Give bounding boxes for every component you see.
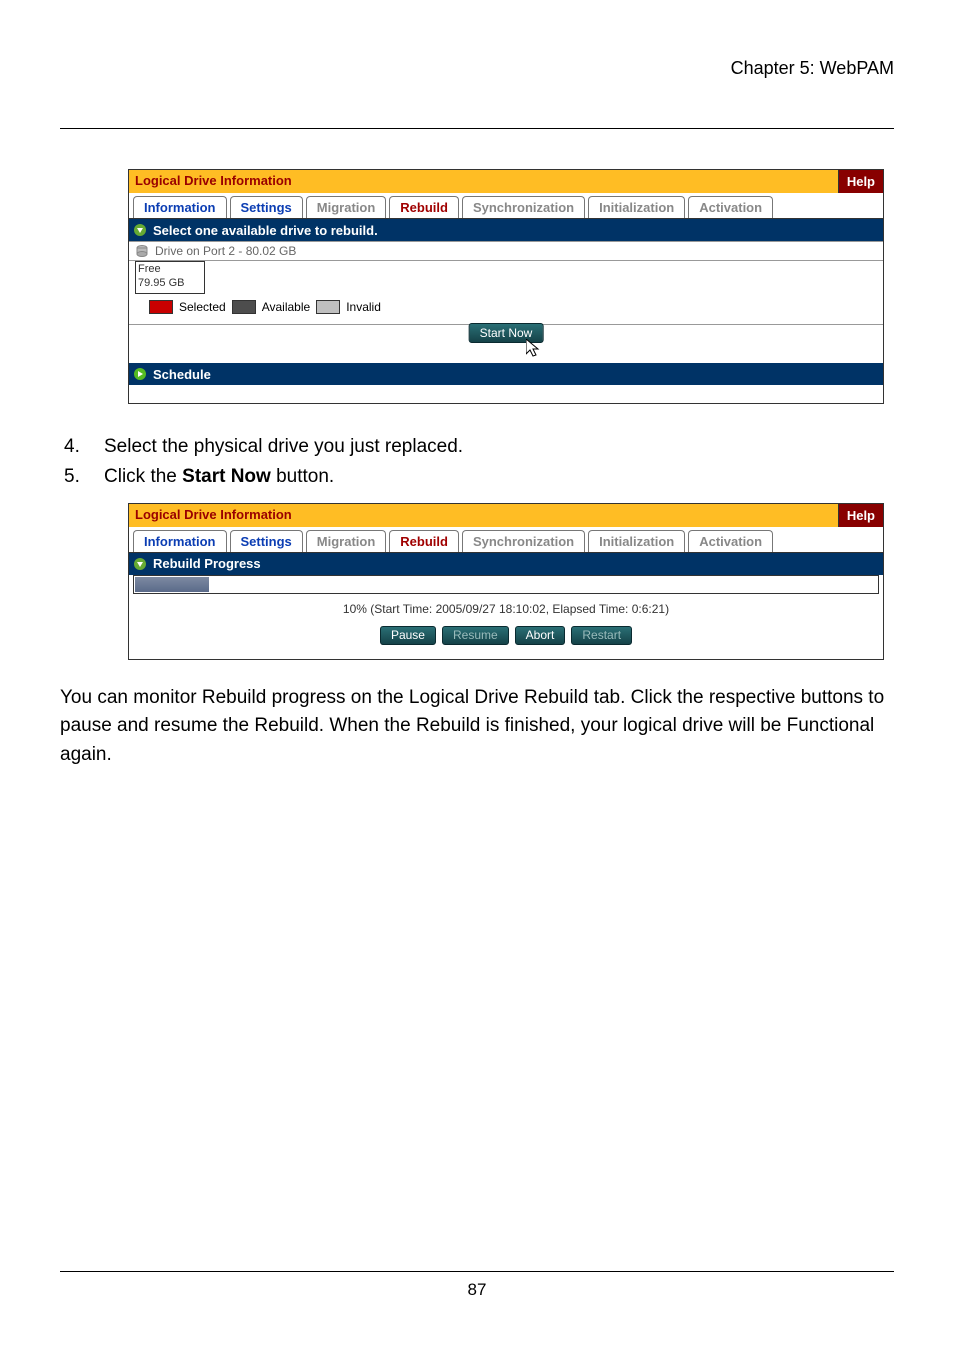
tab-initialization: Initialization [588,196,685,218]
arrow-right-icon [133,367,147,381]
legend-swatch-invalid [316,300,340,314]
control-button-row: Pause Resume Abort Restart [129,626,883,659]
step-5: 5. Click the Start Now button. [60,462,894,492]
tab-rebuild[interactable]: Rebuild [389,530,459,552]
logical-drive-panel-progress: Logical Drive Information Help Informati… [128,503,884,660]
footer-divider [60,1271,894,1272]
tab-synchronization: Synchronization [462,196,585,218]
step-list: 4. Select the physical drive you just re… [60,432,894,493]
drive-row: Drive on Port 2 - 80.02 GB [129,241,883,260]
legend: Selected Available Invalid [129,294,883,324]
panel-header: Logical Drive Information Help [129,504,883,527]
chevron-down-icon [133,223,147,237]
header-divider [60,128,894,129]
panel-title: Logical Drive Information [129,504,838,527]
page-footer: 87 [60,1271,894,1300]
tab-row: Information Settings Migration Rebuild S… [129,527,883,553]
step-text-bold: Start Now [182,466,271,487]
legend-label-invalid: Invalid [346,300,381,314]
resume-button[interactable]: Resume [442,626,509,645]
progress-bar-track [133,575,879,594]
tab-information[interactable]: Information [133,530,227,552]
cursor-icon [526,339,542,362]
disk-icon [135,244,149,258]
body-paragraph: You can monitor Rebuild progress on the … [60,684,894,770]
restart-button[interactable]: Restart [571,626,632,645]
page-number: 87 [468,1280,487,1299]
logical-drive-panel-rebuild: Logical Drive Information Help Informati… [128,169,884,404]
legend-label-selected: Selected [179,300,226,314]
step-text: Select the physical drive you just repla… [104,436,463,457]
help-button[interactable]: Help [838,504,883,527]
tab-settings[interactable]: Settings [230,530,303,552]
abort-button[interactable]: Abort [515,626,566,645]
step-text-suffix: button. [271,466,334,487]
section-bar-select-drive: Select one available drive to rebuild. [129,219,883,241]
section-bar-label: Rebuild Progress [153,556,261,571]
help-button[interactable]: Help [838,170,883,193]
start-now-area: Start Now [129,325,883,363]
tab-synchronization: Synchronization [462,530,585,552]
step-4: 4. Select the physical drive you just re… [60,432,894,462]
drive-status-line1: Free [138,262,204,276]
tab-migration: Migration [306,530,387,552]
tab-rebuild[interactable]: Rebuild [389,196,459,218]
panel-header: Logical Drive Information Help [129,170,883,193]
tab-information[interactable]: Information [133,196,227,218]
drive-status-line2: 79.95 GB [138,276,204,290]
drive-label: Drive on Port 2 - 80.02 GB [155,244,296,258]
legend-swatch-selected [149,300,173,314]
schedule-label: Schedule [153,367,211,382]
tab-settings[interactable]: Settings [230,196,303,218]
tab-activation: Activation [688,530,773,552]
legend-swatch-available [232,300,256,314]
chevron-down-icon [133,557,147,571]
schedule-bar[interactable]: Schedule [129,363,883,385]
progress-text: 10% (Start Time: 2005/09/27 18:10:02, El… [129,594,883,626]
step-number: 5. [60,462,104,492]
drive-free-box[interactable]: Free 79.95 GB [135,261,205,294]
chapter-title: Chapter 5: WebPAM [731,58,894,79]
legend-label-available: Available [262,300,310,314]
section-bar-label: Select one available drive to rebuild. [153,223,378,238]
section-bar-rebuild-progress: Rebuild Progress [129,553,883,575]
progress-bar-fill [135,577,209,592]
tab-row: Information Settings Migration Rebuild S… [129,193,883,219]
step-text-prefix: Click the [104,466,182,487]
pause-button[interactable]: Pause [380,626,436,645]
tab-activation: Activation [688,196,773,218]
tab-migration: Migration [306,196,387,218]
panel-title: Logical Drive Information [129,170,838,193]
step-number: 4. [60,432,104,462]
tab-initialization: Initialization [588,530,685,552]
